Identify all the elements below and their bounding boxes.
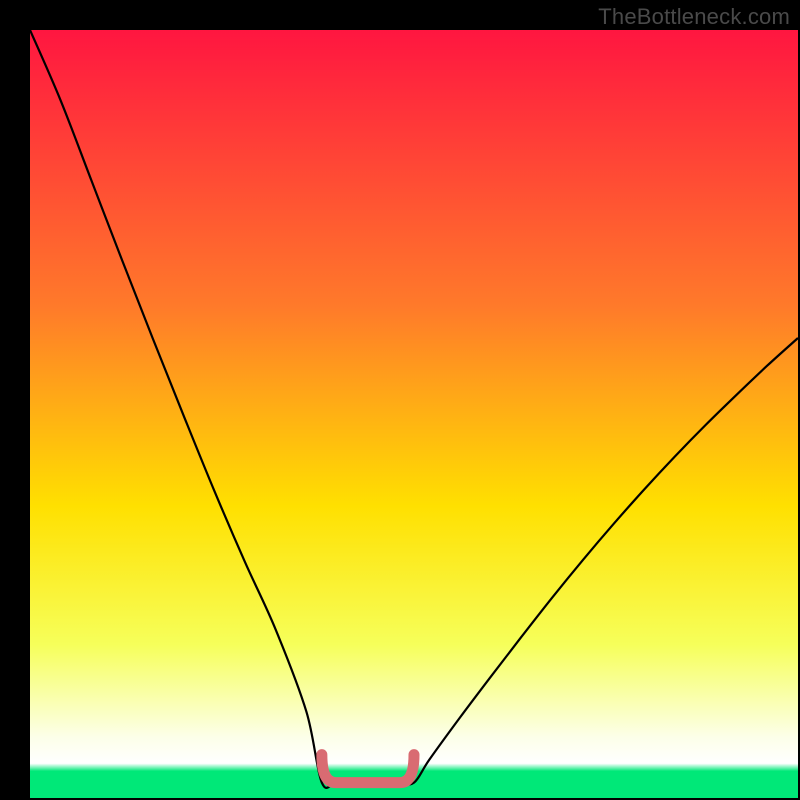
watermark-text: TheBottleneck.com (598, 4, 790, 30)
gradient-background (30, 30, 798, 798)
chart-frame: TheBottleneck.com (0, 0, 800, 800)
bottleneck-chart (0, 0, 800, 800)
